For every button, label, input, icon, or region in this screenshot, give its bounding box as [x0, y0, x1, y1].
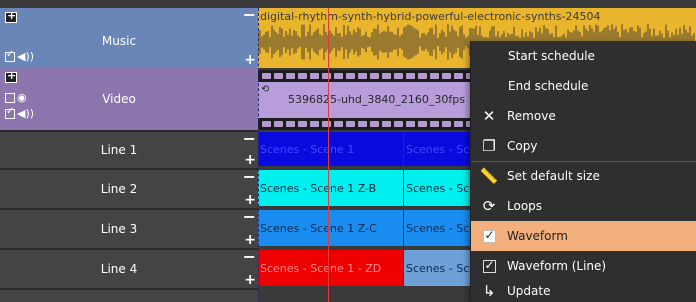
collapse-button[interactable]: − [243, 250, 256, 265]
expand-button[interactable]: + [244, 53, 256, 67]
track-name: Line 3 [100, 222, 138, 236]
track-header-line-4[interactable]: Line 4 − + [0, 248, 258, 288]
expand-button[interactable]: + [244, 193, 256, 207]
scene-clip[interactable]: Scenes - Scene 1 [258, 132, 404, 166]
menu-item-waveform[interactable]: Waveform [471, 221, 696, 251]
collapse-button[interactable]: − [243, 170, 256, 185]
speaker-icon[interactable]: ◀)) [17, 51, 34, 62]
menu-item-label: Waveform (Line) [507, 259, 607, 273]
track-name: Line 4 [100, 262, 138, 276]
expand-button[interactable]: + [244, 273, 256, 287]
track-header-filler [0, 288, 258, 302]
menu-item-waveform-line[interactable]: Waveform (Line) [471, 251, 696, 281]
ruler-icon: 📏 [479, 167, 499, 185]
loop-icon: ⟳ [482, 197, 496, 215]
audio-checkbox[interactable] [5, 106, 15, 119]
menu-item-label: Remove [507, 109, 556, 123]
menu-item-label: Start schedule [508, 49, 595, 63]
context-menu: Start schedule End schedule ✕ Remove ❐ C… [470, 41, 696, 302]
track-name: Line 1 [100, 143, 138, 157]
checkbox-checked-icon [471, 258, 507, 273]
collapse-button[interactable]: − [243, 8, 256, 23]
visible-checkbox[interactable] [5, 49, 15, 62]
loop-icon: ⟲ [261, 84, 270, 95]
expand-icon[interactable] [5, 69, 17, 83]
scene-clip[interactable]: Scenes - Scene 1 - ZD [258, 250, 404, 286]
track-name: Line 2 [100, 182, 138, 196]
menu-item-remove[interactable]: ✕ Remove [471, 101, 696, 131]
menu-item-set-default-size[interactable]: 📏 Set default size [471, 161, 696, 191]
copy-icon: ❐ [482, 137, 496, 155]
speaker-icon[interactable]: ◀)) [17, 108, 34, 119]
track-header-line-3[interactable]: Line 3 − + [0, 208, 258, 248]
expand-icon[interactable] [5, 9, 17, 23]
track-header-music[interactable]: Music ◀)) − + [0, 8, 258, 68]
menu-item-label: Update [507, 284, 551, 298]
menu-item-end-schedule[interactable]: End schedule [471, 71, 696, 101]
close-icon: ✕ [482, 107, 496, 125]
menu-item-label: Copy [507, 139, 538, 153]
update-arrow-icon: ↳ [482, 282, 496, 300]
track-name: Video [102, 92, 136, 106]
music-clip-label: digital-rhythm-synth-hybrid-powerful-ele… [260, 10, 601, 23]
video-clip-label: 5396825-uhd_3840_2160_30fps [288, 93, 465, 106]
menu-item-label: Set default size [507, 169, 600, 183]
track-header-line-1[interactable]: Line 1 − + [0, 130, 258, 168]
menu-item-update[interactable]: ↳ Update [471, 279, 696, 302]
playhead[interactable] [328, 8, 329, 302]
menu-item-loops[interactable]: ⟳ Loops [471, 191, 696, 221]
scene-clip[interactable]: Scenes - Scene 1 Z-B [258, 170, 404, 206]
expand-button[interactable]: + [244, 233, 256, 247]
track-header-video[interactable]: ◉ Video ◀)) [0, 68, 258, 130]
track-header-line-2[interactable]: Line 2 − + [0, 168, 258, 208]
collapse-button[interactable]: − [243, 132, 256, 147]
menu-item-label: Loops [507, 199, 543, 213]
menu-item-label: Waveform [507, 229, 568, 243]
checkbox-checked-icon [471, 228, 507, 243]
menu-item-start-schedule[interactable]: Start schedule [471, 41, 696, 71]
menu-item-copy[interactable]: ❐ Copy [471, 131, 696, 161]
expand-button[interactable]: + [244, 153, 256, 167]
scene-clip[interactable]: Scenes - Scene 1 Z-C [258, 210, 404, 246]
collapse-button[interactable]: − [243, 210, 256, 225]
menu-item-label: End schedule [508, 79, 589, 93]
timeline-start-marker [258, 8, 259, 302]
track-name: Music [101, 34, 137, 48]
